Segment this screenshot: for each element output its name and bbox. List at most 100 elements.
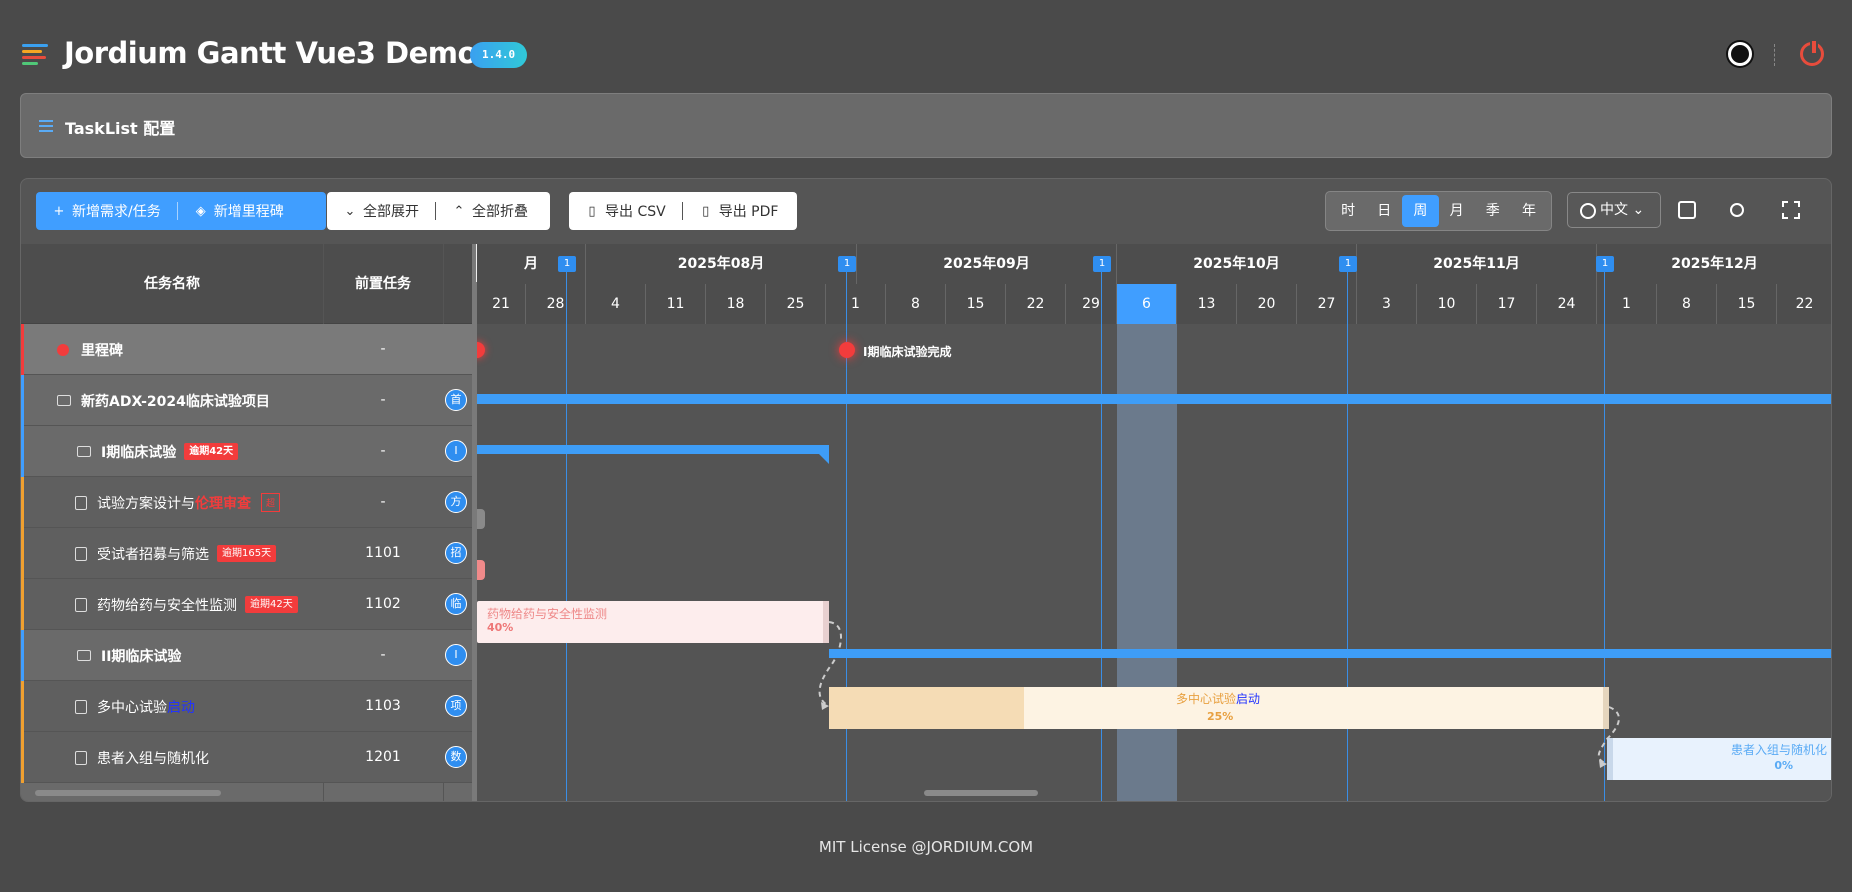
task-predecessor: 1103	[365, 698, 401, 714]
task-name: 新药ADX-2024临床试验项目	[57, 375, 270, 426]
task-bar-label-text: 多中心试验	[1176, 692, 1237, 706]
file-icon: ▯	[702, 203, 710, 219]
assignee-avatar[interactable]: I	[445, 644, 467, 666]
task-row[interactable]: 药物给药与安全性监测 逾期42天 1102 临	[21, 579, 472, 630]
tasklist-config-bar[interactable]: TaskList 配置	[20, 93, 1832, 158]
task-name-text: 里程碑	[81, 342, 123, 359]
github-icon[interactable]	[1728, 42, 1752, 66]
assignee-avatar[interactable]: 招	[445, 542, 467, 564]
row-indicator	[21, 681, 24, 732]
task-row[interactable]: 多中心试验 启动 1103 项	[21, 681, 472, 732]
task-predecessor: -	[380, 494, 386, 510]
task-bar-progress: 25%	[1207, 710, 1234, 723]
resize-handle[interactable]	[1603, 687, 1609, 729]
task-name-text: II期临床试验	[101, 648, 182, 665]
scale-day[interactable]: 日	[1366, 195, 1402, 227]
add-task-button[interactable]: + 新增需求/任务	[36, 192, 177, 230]
collapse-all-button[interactable]: ⌃ 全部折叠	[436, 192, 544, 230]
toolbar: + 新增需求/任务 ◈ 新增里程碑 ⌄ 全部展开 ⌃ 全部折叠 ▯ 导出 CSV ▯ 导出 …	[21, 179, 1831, 244]
task-name-text: 多中心试验	[97, 699, 167, 716]
row-indicator	[21, 324, 24, 375]
task-row[interactable]: 试验方案设计与 伦理审查超 - 方	[21, 477, 472, 528]
task-name-text: 患者入组与随机化	[97, 750, 209, 767]
expand-all-label: 全部展开	[363, 204, 419, 220]
task-bar-label-highlight: 启动	[1236, 692, 1261, 706]
time-scale-switch: 时 日 周 月 季 年	[1325, 191, 1552, 231]
task-row-phase1[interactable]: I期临床试验 逾期42天 - I	[21, 426, 472, 477]
file-icon: ▯	[588, 203, 596, 219]
sun-icon[interactable]	[1730, 203, 1744, 217]
gantt-logo-icon	[22, 44, 50, 70]
row-indicator	[21, 477, 24, 528]
task-name: 患者入组与随机化	[75, 732, 209, 783]
task-predecessor: -	[380, 647, 386, 663]
add-button-group: + 新增需求/任务 ◈ 新增里程碑	[36, 192, 326, 230]
export-pdf-label: 导出 PDF	[718, 204, 779, 220]
overdue-badge: 逾期42天	[245, 596, 298, 613]
chevron-down-icon: ⌄	[344, 203, 356, 219]
calendar-icon[interactable]	[1678, 201, 1696, 219]
assignee-avatar[interactable]: 临	[445, 593, 467, 615]
phase2-summary-bar[interactable]	[829, 649, 1831, 658]
fullscreen-icon[interactable]	[1782, 201, 1800, 219]
add-milestone-button[interactable]: ◈ 新增里程碑	[178, 192, 300, 230]
task-row-phase2[interactable]: II期临床试验 - I	[21, 630, 472, 681]
chevron-up-icon: ⌃	[453, 203, 465, 219]
task-name: 多中心试验 启动	[75, 681, 195, 732]
scale-year[interactable]: 年	[1511, 195, 1547, 227]
task-name: 受试者招募与筛选 逾期165天	[75, 528, 277, 579]
footer-license: MIT License @JORDIUM.COM	[818, 838, 1034, 856]
task-predecessor: -	[380, 341, 386, 357]
assignee-avatar[interactable]: 首	[445, 389, 467, 411]
header-divider	[1774, 44, 1775, 66]
task-name: I期临床试验 逾期42天	[77, 426, 239, 477]
task-name-text: 药物给药与安全性监测	[97, 597, 237, 614]
app-title: Jordium Gantt Vue3 Demo	[64, 36, 477, 70]
task-predecessor: 1101	[365, 545, 401, 561]
file-icon	[75, 750, 87, 765]
expand-all-button[interactable]: ⌄ 全部展开	[327, 192, 435, 230]
task-predecessor: -	[380, 443, 386, 459]
task-row-milestone[interactable]: 里程碑 -	[21, 324, 472, 375]
timeline-scrollbar[interactable]	[924, 790, 1038, 796]
folder-icon	[77, 446, 91, 457]
assignee-avatar[interactable]: I	[445, 440, 467, 462]
add-milestone-label: 新增里程碑	[213, 204, 284, 220]
assignee-avatar[interactable]: 方	[445, 491, 467, 513]
row-indicator	[21, 732, 24, 783]
task-row-project[interactable]: 新药ADX-2024临床试验项目 - 首	[21, 375, 472, 426]
file-icon	[75, 597, 87, 612]
assignee-avatar[interactable]: 项	[445, 695, 467, 717]
overdue-badge: 超	[261, 493, 281, 512]
row-indicator	[21, 528, 24, 579]
task-predecessor: 1102	[365, 596, 401, 612]
task-bar[interactable]: 多中心试验启动 25%	[829, 687, 1609, 729]
task-row[interactable]: 受试者招募与筛选 逾期165天 1101 招	[21, 528, 472, 579]
scale-month[interactable]: 月	[1439, 195, 1475, 227]
task-list-scrollbar[interactable]	[35, 790, 221, 796]
export-pdf-button[interactable]: ▯ 导出 PDF	[683, 192, 795, 230]
column-task-name: 任务名称	[144, 276, 200, 292]
power-icon[interactable]	[1800, 41, 1824, 66]
scale-hour[interactable]: 时	[1330, 195, 1366, 227]
task-list: 任务名称 前置任务 里程碑 - 新药ADX-2024临床试验项目 - 首 I期临…	[21, 244, 472, 801]
row-indicator	[21, 375, 24, 426]
task-name-highlight: 伦理审查	[195, 495, 251, 512]
task-name-highlight: 启动	[167, 699, 195, 716]
resize-handle[interactable]	[1607, 738, 1613, 780]
task-name: 试验方案设计与 伦理审查超	[75, 477, 281, 528]
overdue-badge: 逾期165天	[217, 545, 277, 562]
file-icon	[75, 699, 87, 714]
task-name: 药物给药与安全性监测 逾期42天	[75, 579, 298, 630]
assignee-avatar[interactable]: 数	[445, 746, 467, 768]
export-csv-button[interactable]: ▯ 导出 CSV	[569, 192, 682, 230]
milestone-dot-icon	[57, 343, 69, 356]
task-row[interactable]: 患者入组与随机化 1201 数	[21, 732, 472, 783]
task-bar[interactable]: 患者入组与随机化 0%	[1607, 738, 1831, 780]
task-bar-progress-fill	[829, 687, 1024, 729]
language-select[interactable]: 中文 ⌄	[1567, 192, 1661, 228]
task-bar-label: 患者入组与随机化	[1730, 743, 1827, 757]
scale-quarter[interactable]: 季	[1475, 195, 1511, 227]
scale-week[interactable]: 周	[1402, 195, 1439, 227]
folder-icon	[57, 395, 71, 406]
